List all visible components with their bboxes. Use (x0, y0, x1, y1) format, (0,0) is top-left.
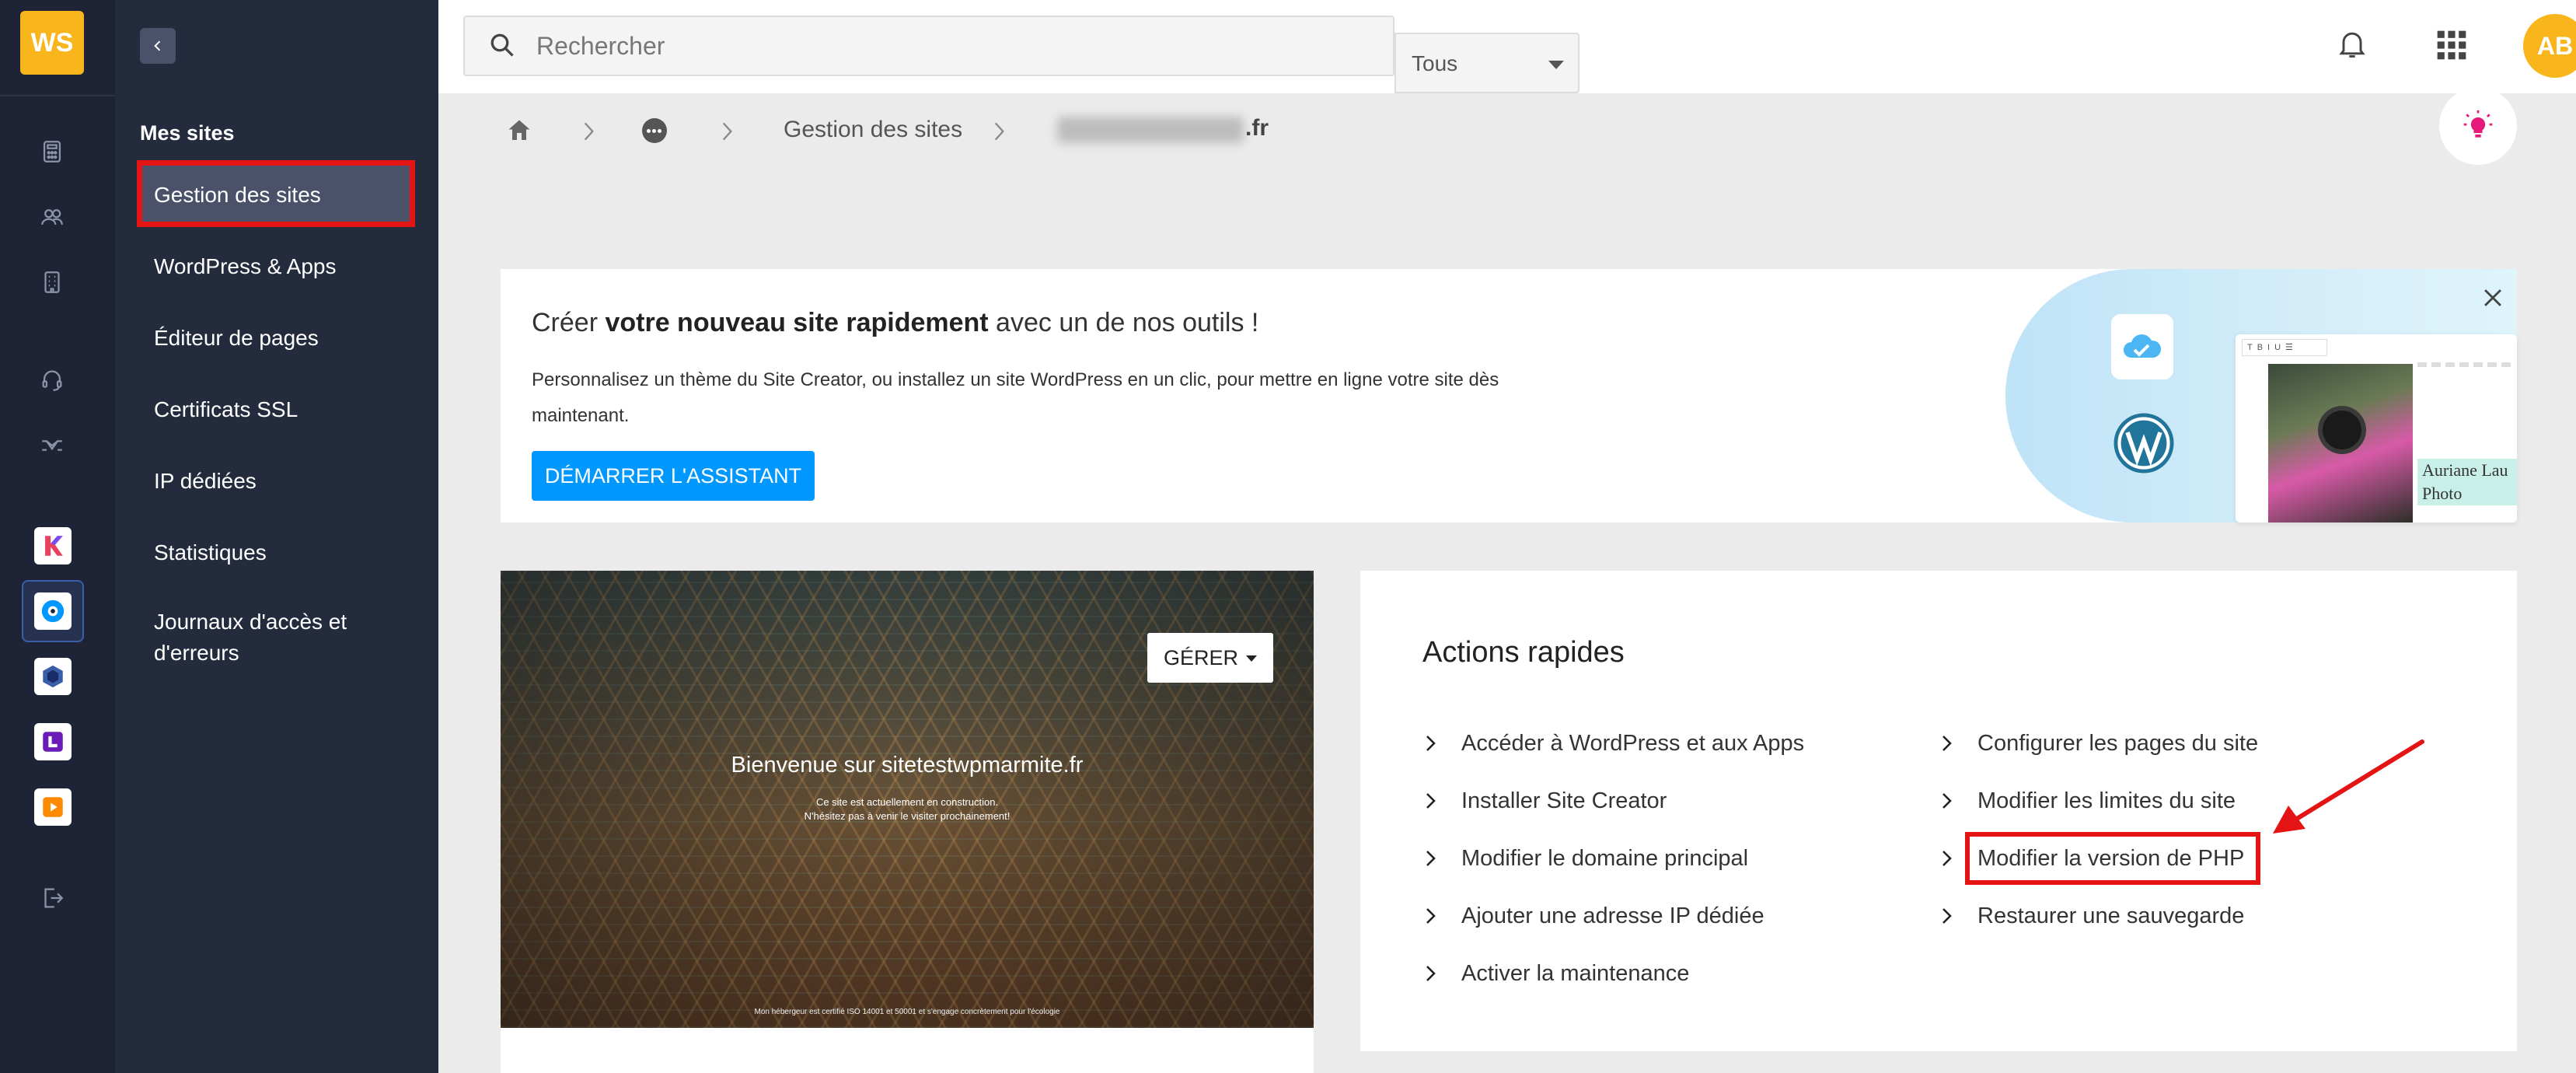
app-rail: WS (0, 0, 115, 1073)
wordpress-icon (2114, 413, 2174, 474)
manage-button[interactable]: GÉRER (1147, 633, 1273, 683)
chevron-right-icon (584, 122, 594, 141)
home-icon[interactable] (505, 117, 533, 145)
lightbulb-icon (2463, 110, 2493, 138)
chevron-right-icon (1426, 736, 1436, 751)
chevron-right-icon (1942, 793, 1952, 809)
caret-down-icon (1548, 61, 1564, 69)
sidebar-item-statistiques[interactable]: Statistiques (154, 537, 267, 568)
banner-title: Créer votre nouveau site rapidement avec… (532, 308, 1259, 337)
quick-actions-title: Actions rapides (1422, 636, 1625, 669)
chevron-right-icon (1426, 851, 1436, 866)
swisstransfer-app-icon[interactable] (34, 788, 72, 826)
breadcrumb-domain: .fr (1245, 115, 1269, 141)
preview-footer: Mon hébergeur est certifié ISO 14001 et … (754, 1008, 1060, 1016)
quick-action-maintenance[interactable]: Activer la maintenance (1422, 956, 1689, 991)
handshake-icon[interactable] (34, 428, 70, 463)
php-version-highlight (1965, 832, 2260, 885)
search-filter-value: Tous (1412, 51, 1458, 75)
quick-action-site-creator[interactable]: Installer Site Creator (1422, 784, 1667, 818)
banner-art-name: Auriane Lau Photo (2417, 459, 2517, 505)
quick-action-wordpress[interactable]: Accéder à WordPress et aux Apps (1422, 726, 1804, 760)
search-icon (490, 33, 514, 57)
chevron-right-icon (722, 122, 732, 141)
sidebar-item-journaux[interactable]: Journaux d'accès et d'erreurs (154, 606, 387, 669)
chevron-left-icon (154, 40, 161, 51)
apps-grid-icon[interactable] (2435, 28, 2469, 62)
search-filter-select[interactable]: Tous (1394, 33, 1579, 93)
chevron-right-icon (994, 122, 1004, 141)
tips-button[interactable] (2439, 87, 2517, 165)
calculator-icon[interactable] (34, 134, 70, 170)
chevron-right-icon (1426, 908, 1436, 924)
quick-action-domain[interactable]: Modifier le domaine principal (1422, 841, 1748, 876)
quick-action-pages[interactable]: Configurer les pages du site (1939, 726, 2258, 760)
annotation-arrow-icon (2273, 739, 2424, 834)
editor-lines (2417, 362, 2511, 367)
search-input[interactable] (536, 28, 1314, 64)
photographer-image (2268, 364, 2413, 523)
sidebar-item-editeur-de-pages[interactable]: Éditeur de pages (154, 323, 319, 354)
quick-action-dedicated-ip[interactable]: Ajouter une adresse IP dédiée (1422, 899, 1764, 933)
sidebar-item-certificats-ssl[interactable]: Certificats SSL (154, 394, 298, 425)
chevron-right-icon (1426, 793, 1436, 809)
rail-divider (0, 95, 115, 96)
headset-icon[interactable] (34, 362, 70, 398)
kdrive-app-icon[interactable] (34, 592, 72, 630)
collapse-sidebar-button[interactable] (140, 28, 176, 64)
chevron-right-icon (1942, 851, 1952, 866)
banner-description: Personnalisez un thème du Site Creator, … (532, 369, 1499, 426)
chevron-right-icon (1426, 966, 1436, 981)
cloud-icon (2111, 314, 2173, 379)
preview-subtitle-1: Ce site est actuellement en construction… (815, 796, 999, 808)
chevron-right-icon (1942, 736, 1952, 751)
sidebar-item-ip-dediees[interactable]: IP dédiées (154, 466, 257, 497)
close-icon[interactable] (2480, 285, 2506, 311)
ws-logo[interactable]: WS (20, 11, 84, 75)
sidebar-item-wordpress-apps[interactable]: WordPress & Apps (154, 251, 336, 282)
logout-icon[interactable] (34, 880, 70, 916)
building-icon[interactable] (34, 264, 70, 300)
kchat-app-icon[interactable] (34, 527, 72, 564)
search-bar: Tous (463, 16, 1579, 93)
preview-title: Bienvenue sur sitetestwpmarmite.fr (731, 753, 1084, 778)
sidebar-section-title: Mes sites (140, 121, 235, 145)
quick-action-restore-backup[interactable]: Restaurer une sauvegarde (1939, 899, 2244, 933)
quick-action-limits[interactable]: Modifier les limites du site (1939, 784, 2236, 818)
breadcrumb-sites[interactable]: Gestion des sites (784, 117, 962, 143)
bell-icon[interactable] (2335, 25, 2369, 62)
more-icon[interactable] (642, 118, 667, 143)
ksuite-app-icon[interactable] (34, 723, 72, 760)
sidebar-item-gestion-des-sites[interactable]: Gestion des sites (154, 180, 321, 211)
preview-subtitle-2: N'hésitez pas à venir le visiter prochai… (804, 810, 1011, 822)
caret-down-icon (1246, 655, 1258, 662)
manage-button-label: GÉRER (1163, 645, 1239, 669)
site-preview-image[interactable]: Bienvenue sur sitetestwpmarmite.fr Ce si… (501, 571, 1314, 1028)
start-assistant-button[interactable]: DÉMARRER L'ASSISTANT (532, 451, 815, 501)
chevron-right-icon (1942, 908, 1952, 924)
kmeet-app-icon[interactable] (34, 658, 72, 695)
editor-toolbar: TBIU☰ (2242, 339, 2327, 356)
blurred-domain (1057, 117, 1244, 143)
users-icon[interactable] (34, 199, 70, 235)
